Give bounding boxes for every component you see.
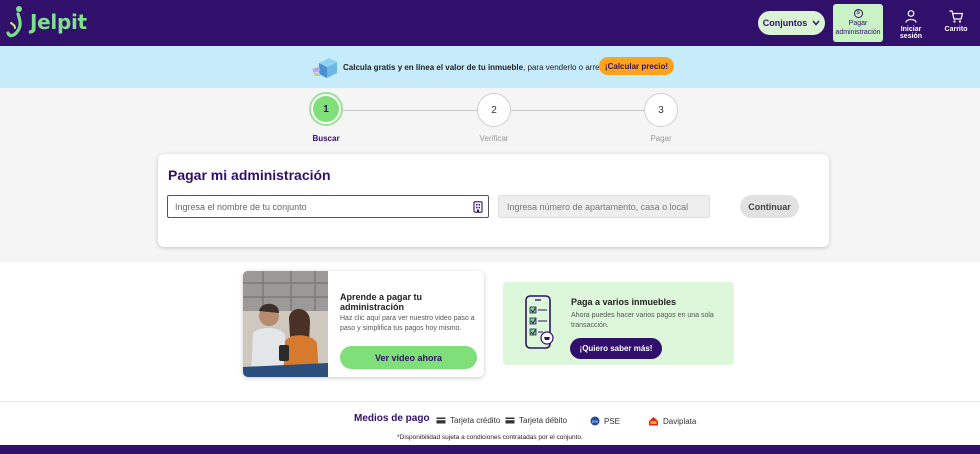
bottom-footer-bar bbox=[0, 445, 980, 454]
pay-label-line2: administración bbox=[835, 28, 881, 36]
payment-method-daviplata: Daviplata bbox=[648, 416, 696, 426]
conjuntos-label: Conjuntos bbox=[762, 18, 808, 28]
svg-text:pse: pse bbox=[592, 420, 598, 424]
payment-methods-footer: Medios de pago Tarjeta crédito Tarjeta d… bbox=[0, 401, 980, 445]
step-1-circle: 1 bbox=[309, 92, 343, 126]
video-tutorial-card: Aprende a pagar tu administración Haz cl… bbox=[243, 271, 484, 377]
credit-card-icon bbox=[436, 417, 446, 424]
login-button[interactable]: Iniciar sesión bbox=[890, 10, 932, 40]
conjunto-placeholder: Ingresa el nombre de tu conjunto bbox=[175, 201, 307, 212]
calculate-price-button[interactable]: ¡Calcular precio! bbox=[599, 57, 674, 75]
search-form-card: Pagar mi administración Ingresa el nombr… bbox=[158, 154, 829, 247]
step-connector bbox=[343, 110, 477, 111]
payment-method-label: Daviplata bbox=[663, 416, 697, 426]
chevron-down-icon bbox=[812, 20, 820, 26]
multi-card-title: Paga a varios inmuebles bbox=[571, 297, 677, 307]
payment-method-debit: Tarjeta débito bbox=[505, 416, 567, 425]
pay-administration-button[interactable]: $ Pagar administración bbox=[833, 4, 883, 42]
brand-name: Jelpit bbox=[30, 10, 87, 34]
promo-text: Calcula gratis y en línea el valor de tu… bbox=[343, 63, 624, 72]
house-price-icon bbox=[312, 58, 337, 78]
step-connector bbox=[511, 110, 645, 111]
couple-photo bbox=[243, 271, 328, 377]
building-icon bbox=[473, 201, 483, 213]
payment-footnote: *Disponibilidad sujeta a condiciones con… bbox=[397, 434, 583, 441]
step-3-circle: 3 bbox=[644, 93, 678, 127]
payment-method-credit: Tarjeta crédito bbox=[436, 416, 500, 425]
video-card-title: Aprende a pagar tu administración bbox=[340, 292, 423, 312]
step-3-label: Pagar bbox=[650, 134, 672, 143]
step-1-number: 1 bbox=[313, 96, 339, 122]
step-1-label: Buscar bbox=[312, 134, 340, 143]
user-icon bbox=[905, 10, 917, 23]
continue-button[interactable]: Continuar bbox=[740, 195, 799, 218]
step-2-circle: 2 bbox=[477, 93, 511, 127]
pay-label-line1: Pagar bbox=[848, 20, 868, 28]
payment-methods-title: Medios de pago bbox=[354, 413, 430, 424]
top-navbar: Jelpit Conjuntos $ Pagar administración … bbox=[0, 0, 980, 46]
payment-method-pse: pse PSE bbox=[590, 416, 620, 426]
apartment-number-input[interactable]: Ingresa número de apartamento, casa o lo… bbox=[498, 195, 710, 218]
promo-text-bold: Calcula gratis y en línea el valor de tu… bbox=[343, 63, 524, 72]
cart-label: Carrito bbox=[944, 26, 968, 33]
promo-cards-section bbox=[0, 262, 980, 401]
payment-method-label: PSE bbox=[604, 416, 621, 426]
learn-more-button[interactable]: ¡Quiero saber más! bbox=[570, 338, 662, 359]
promo-banner: Calcula gratis y en línea el valor de tu… bbox=[0, 46, 980, 88]
cart-button[interactable]: Carrito bbox=[942, 10, 970, 33]
step-2-label: Verificar bbox=[479, 134, 509, 143]
progress-stepper: 1 2 3 Buscar Verificar Pagar bbox=[0, 88, 980, 148]
form-title: Pagar mi administración bbox=[168, 167, 331, 183]
dollar-icon: $ bbox=[853, 9, 863, 19]
conjunto-search-input[interactable]: Ingresa el nombre de tu conjunto bbox=[167, 195, 489, 218]
payment-method-label: Tarjeta débito bbox=[519, 416, 568, 425]
daviplata-icon bbox=[649, 417, 658, 426]
multi-card-description: Ahora puedes hacer varios pagos en una s… bbox=[571, 312, 714, 330]
debit-card-icon bbox=[505, 417, 515, 424]
jelpit-logo[interactable]: Jelpit bbox=[6, 3, 87, 41]
cart-icon bbox=[949, 10, 963, 23]
payment-method-label: Tarjeta crédito bbox=[450, 416, 501, 425]
login-label: Iniciar sesión bbox=[899, 26, 923, 40]
multi-property-card: Paga a varios inmuebles Ahora puedes hac… bbox=[503, 282, 734, 365]
conjuntos-dropdown[interactable]: Conjuntos bbox=[758, 11, 825, 35]
phone-checklist-icon bbox=[525, 295, 554, 349]
pse-icon: pse bbox=[590, 416, 600, 426]
watch-video-button[interactable]: Ver video ahora bbox=[340, 346, 477, 369]
jelpit-logo-icon bbox=[6, 6, 22, 38]
video-card-description: Haz clic aquí para ver nuestro video pas… bbox=[340, 315, 475, 333]
people-with-phone-illustration bbox=[243, 271, 328, 377]
